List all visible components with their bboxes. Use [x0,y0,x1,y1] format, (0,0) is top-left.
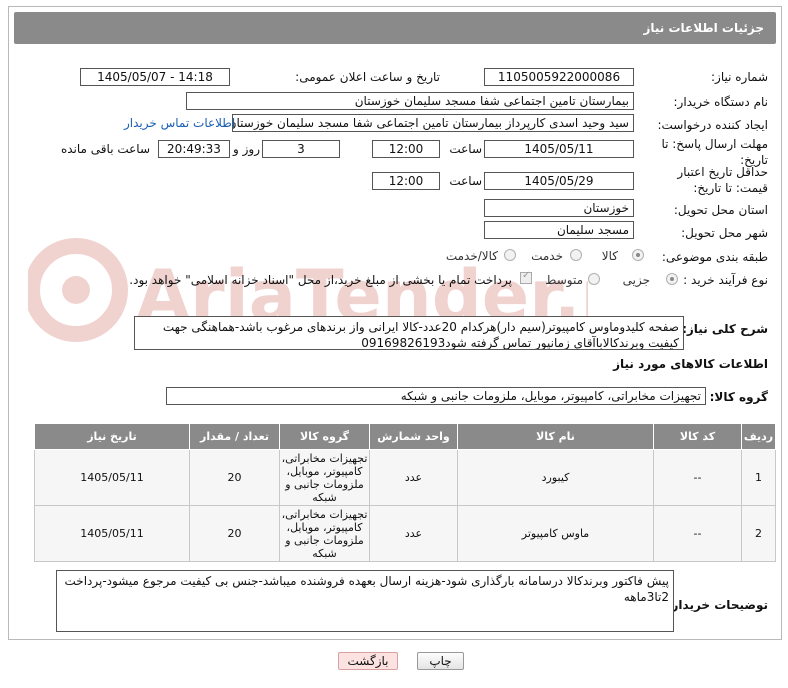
category-option-goods: کالا [601,249,618,263]
summary-textarea[interactable]: صفحه کلیدوماوس کامپیوتر(سیم دار)هرکدام 2… [134,316,684,350]
buyer-org-label: نام دستگاه خریدار: [673,95,769,109]
process-radio-medium[interactable] [588,273,600,285]
col-need-date: تاریخ نیاز [34,423,190,450]
deadline-time-field[interactable]: 12:00 [372,140,440,158]
remaining-time-field[interactable]: 20:49:33 [158,140,230,158]
buyer-org-field[interactable]: بیمارستان تامین اجتماعی شفا مسجد سلیمان … [186,92,634,110]
category-option-both: کالا/خدمت [445,249,498,263]
days-label: روز و [233,142,260,156]
need-number-field[interactable]: 1105005922000086 [484,68,634,86]
cell-item-group: تجهیزات مخابراتی، کامپیوتر، موبایل، ملزو… [279,505,370,562]
col-item-name: نام کالا [457,423,654,450]
goods-table: ردیف کد کالا نام کالا واحد شمارش گروه کا… [34,423,776,562]
remaining-label: ساعت باقی مانده [60,142,150,156]
cell-item-code: -- [653,449,742,506]
process-type-label: نوع فرآیند خرید : [683,273,768,287]
cell-unit: عدد [369,505,458,562]
cell-row-number: 1 [741,449,776,506]
city-label: شهر محل تحویل: [681,226,768,240]
col-item-group: گروه کالا [279,423,370,450]
cell-row-number: 2 [741,505,776,562]
summary-label: شرح کلی نیاز: [682,322,768,336]
table-row: 1 -- کیبورد عدد تجهیزات مخابراتی، کامپیو… [34,449,776,506]
category-radio-both[interactable] [504,249,516,261]
validity-label: حداقل تاریخ اعتبار قیمت: تا تاریخ: [677,165,768,195]
province-label: استان محل تحویل: [673,203,768,217]
buyer-notes-label: توضیحات خریدار: [666,598,768,612]
print-button[interactable]: چاپ [417,652,464,670]
cell-need-date: 1405/05/11 [34,449,190,506]
goods-group-field[interactable]: تجهیزات مخابراتی، کامپیوتر، موبایل، ملزو… [166,387,706,405]
process-option-minor: جزیی [622,273,650,287]
requester-field[interactable]: سید وحید اسدی کارپرداز بیمارستان تامین ا… [232,114,634,132]
requester-label: ایجاد کننده درخواست: [657,118,768,132]
city-field[interactable]: مسجد سلیمان [484,221,634,239]
category-radio-service[interactable] [570,249,582,261]
category-option-service: خدمت [531,249,563,263]
cell-item-name: کیبورد [457,449,654,506]
announce-datetime-field[interactable]: 1405/05/07 - 14:18 [80,68,230,86]
col-quantity: تعداد / مقدار [189,423,280,450]
goods-table-header: ردیف کد کالا نام کالا واحد شمارش گروه کا… [34,423,776,450]
process-radio-minor[interactable] [666,273,678,285]
cell-unit: عدد [369,449,458,506]
cell-quantity: 20 [189,449,280,506]
category-label: طبقه بندی موضوعی: [661,250,768,264]
process-option-medium: متوسط [545,273,583,287]
deadline-time-label: ساعت [449,142,482,156]
cell-need-date: 1405/05/11 [34,505,190,562]
validity-time-label: ساعت [449,174,482,188]
cell-quantity: 20 [189,505,280,562]
buyer-contact-link[interactable]: اطلاعات تماس خریدار [124,116,235,130]
col-row-number: ردیف [741,423,776,450]
validity-date-field[interactable]: 1405/05/29 [484,172,634,190]
treasury-payment-checkbox[interactable] [520,270,532,284]
days-field[interactable]: 3 [262,140,340,158]
deadline-date-field[interactable]: 1405/05/11 [484,140,634,158]
announce-label: تاریخ و ساعت اعلان عمومی: [295,70,440,84]
goods-info-title: اطلاعات کالاهای مورد نیاز [613,357,768,371]
cell-item-group: تجهیزات مخابراتی، کامپیوتر، موبایل، ملزو… [279,449,370,506]
back-button[interactable]: بازگشت [338,652,398,670]
cell-item-code: -- [653,505,742,562]
page-title: جزئیات اطلاعات نیاز [14,12,776,44]
table-row: 2 -- ماوس کامپیوتر عدد تجهیزات مخابراتی،… [34,505,776,562]
need-number-label: شماره نیاز: [711,70,768,84]
cell-item-name: ماوس کامپیوتر [457,505,654,562]
category-radio-goods[interactable] [632,249,644,261]
province-field[interactable]: خوزستان [484,199,634,217]
goods-group-label: گروه کالا: [709,390,768,404]
validity-time-field[interactable]: 12:00 [372,172,440,190]
col-unit: واحد شمارش [369,423,458,450]
treasury-payment-note: پرداخت تمام یا بخشی از مبلغ خرید،از محل … [129,273,512,287]
buyer-notes-textarea[interactable]: پیش فاکتور وبرندکالا درسامانه بارگذاری ش… [56,570,674,632]
col-item-code: کد کالا [653,423,742,450]
